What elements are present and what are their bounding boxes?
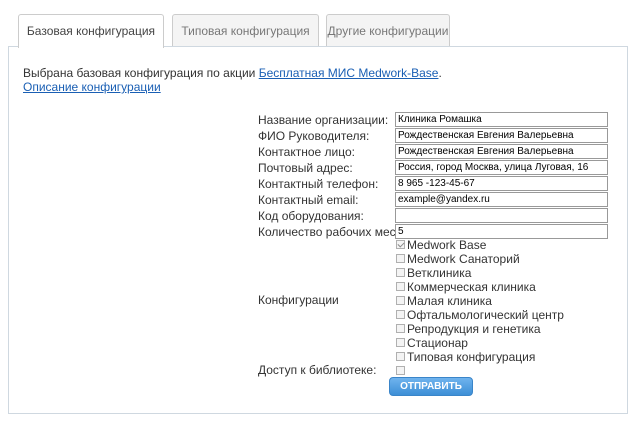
org-name-label: Название организации: — [258, 113, 389, 127]
checkbox-icon[interactable] — [396, 282, 405, 292]
field-row-contact: Контактное лицо: — [258, 144, 618, 160]
checkbox-icon[interactable] — [396, 338, 405, 348]
tab-other-configs[interactable]: Другие конфигурации — [326, 14, 450, 46]
org-name-input[interactable] — [395, 112, 608, 127]
intro-period: . — [438, 66, 442, 80]
checkbox-icon[interactable] — [396, 352, 405, 362]
postal-address-input[interactable] — [395, 160, 608, 175]
phone-label: Контактный телефон: — [258, 177, 379, 191]
intro-text: Выбрана базовая конфигурация по акции — [23, 66, 259, 80]
library-access-checkbox[interactable] — [396, 366, 405, 375]
config-option-vet-clinic[interactable]: Ветклиника — [396, 266, 471, 280]
config-option-label: Medwork Санаторий — [407, 252, 520, 266]
director-label: ФИО Руководителя: — [258, 129, 370, 143]
contact-person-input[interactable] — [395, 144, 608, 159]
hardware-code-input[interactable] — [395, 208, 608, 223]
config-option-label: Малая клиника — [407, 294, 492, 308]
config-option-ophthalmology[interactable]: Офтальмологический центр — [396, 308, 564, 322]
config-option-label: Стационар — [407, 336, 468, 350]
tab-base-config[interactable]: Базовая конфигурация — [18, 14, 164, 48]
config-option-commercial-clinic[interactable]: Коммерческая клиника — [396, 280, 536, 294]
submit-button[interactable]: ОТПРАВИТЬ — [389, 377, 473, 396]
checkbox-icon[interactable] — [396, 324, 405, 334]
intro-block: Выбрана базовая конфигурация по акции Бе… — [23, 66, 442, 94]
field-row-hardware-code: Код оборудования: — [258, 208, 618, 224]
config-option-label: Ветклиника — [407, 266, 472, 280]
field-row-phone: Контактный телефон: — [258, 176, 618, 192]
checkbox-icon[interactable] — [396, 296, 405, 306]
config-option-reproduction[interactable]: Репродукция и генетика — [396, 322, 541, 336]
config-option-medwork-base[interactable]: Medwork Base — [396, 238, 486, 252]
checkbox-icon[interactable] — [396, 240, 405, 250]
config-option-label: Офтальмологический центр — [407, 308, 564, 322]
tab-bar: Базовая конфигурация Типовая конфигураци… — [18, 14, 628, 48]
email-label: Контактный email: — [258, 193, 359, 207]
checkbox-icon[interactable] — [396, 268, 405, 278]
config-description-link[interactable]: Описание конфигурации — [23, 80, 161, 94]
config-option-sanatorium[interactable]: Medwork Санаторий — [396, 252, 520, 266]
hardware-code-label: Код оборудования: — [258, 209, 364, 223]
config-option-small-clinic[interactable]: Малая клиника — [396, 294, 492, 308]
config-option-label: Репродукция и генетика — [407, 322, 541, 336]
checkbox-icon[interactable] — [396, 310, 405, 320]
tab-typical-config[interactable]: Типовая конфигурация — [172, 14, 319, 46]
config-option-hospital[interactable]: Стационар — [396, 336, 468, 350]
contact-person-label: Контактное лицо: — [258, 145, 355, 159]
postal-address-label: Почтовый адрес: — [258, 161, 353, 175]
field-row-director: ФИО Руководителя: — [258, 128, 618, 144]
checkbox-icon[interactable] — [396, 254, 405, 264]
field-row-address: Почтовый адрес: — [258, 160, 618, 176]
config-option-typical[interactable]: Типовая конфигурация — [396, 350, 535, 364]
promo-link[interactable]: Бесплатная МИС Medwork-Base — [259, 66, 439, 80]
workplaces-input[interactable] — [395, 224, 608, 239]
director-input[interactable] — [395, 128, 608, 143]
workplaces-label: Количество рабочих мест: — [258, 225, 405, 239]
configurations-label: Конфигурации — [258, 293, 339, 307]
phone-input[interactable] — [395, 176, 608, 191]
config-option-label: Коммерческая клиника — [407, 280, 536, 294]
field-row-email: Контактный email: — [258, 192, 618, 208]
config-option-label: Medwork Base — [407, 238, 487, 252]
config-option-label: Типовая конфигурация — [407, 350, 536, 364]
library-access-label: Доступ к библиотеке: — [258, 363, 377, 377]
field-row-org-name: Название организации: — [258, 112, 618, 128]
email-input[interactable] — [395, 192, 608, 207]
